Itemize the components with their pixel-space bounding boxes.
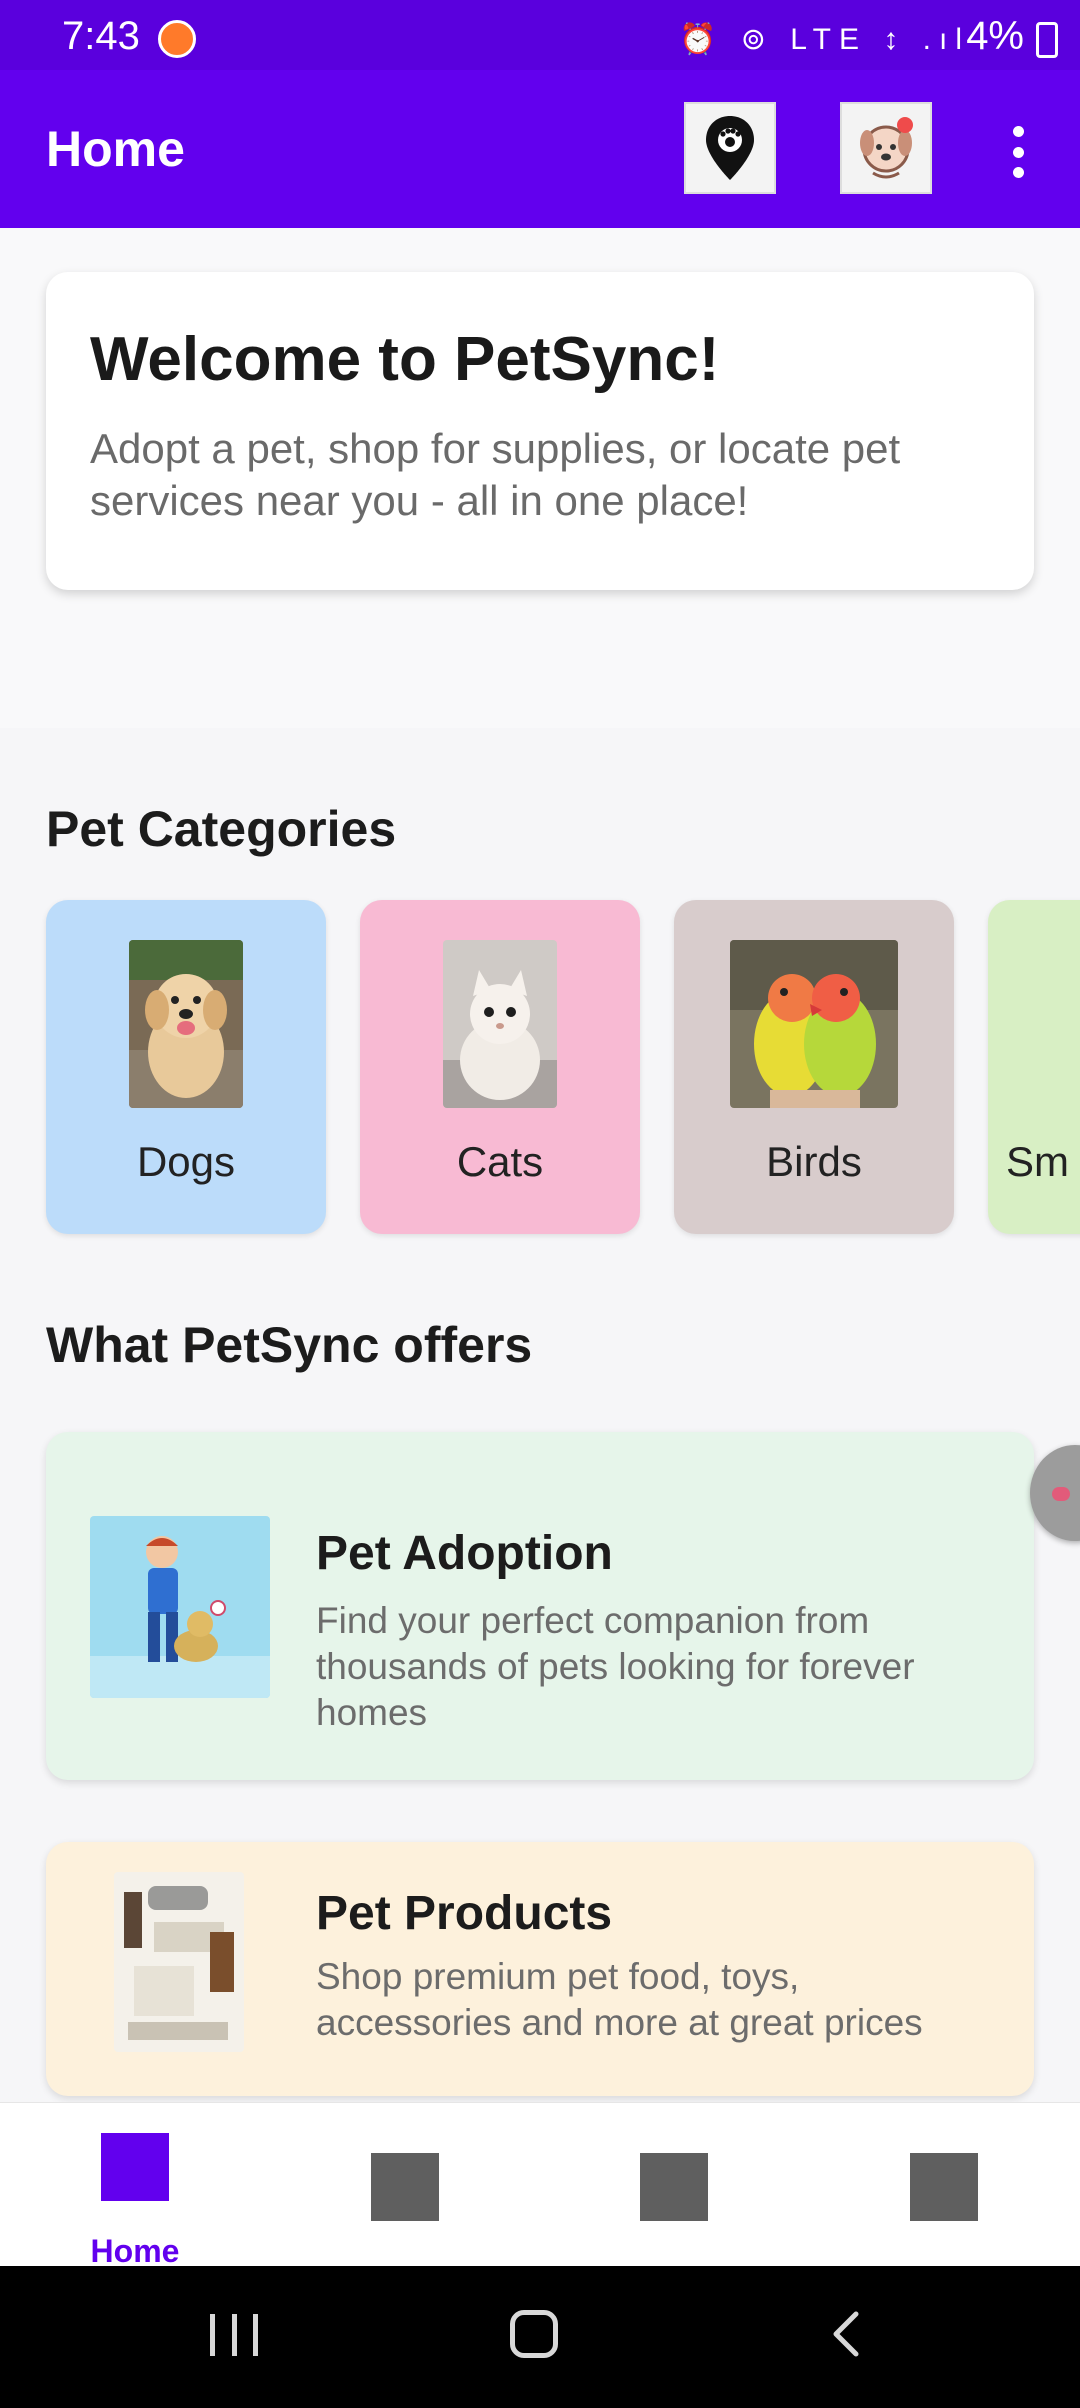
offer-description: Shop premium pet food, toys, accessories… [316, 1956, 923, 2043]
overflow-menu-button[interactable] [1000, 122, 1036, 182]
category-card-birds[interactable]: Birds [674, 900, 954, 1234]
category-label: Birds [766, 1138, 862, 1185]
welcome-title: Welcome to PetSync! [90, 325, 720, 394]
recent-apps-button[interactable] [210, 2314, 258, 2356]
back-system-button[interactable] [826, 2310, 870, 2358]
nav-label-home: Home [90, 2233, 180, 2266]
system-navigation-bar [0, 2266, 1080, 2408]
nav-placeholder-icon [640, 2153, 708, 2221]
page-title: Home [46, 121, 185, 177]
category-card-cats[interactable]: Cats [360, 900, 640, 1234]
birds-image [730, 940, 898, 1108]
welcome-card: Welcome to PetSync! Adopt a pet, shop fo… [46, 272, 1034, 590]
app-bar: Home [0, 70, 1080, 228]
home-icon [101, 2133, 169, 2201]
recents-bar [231, 2314, 237, 2356]
offers-title: What PetSync offers [46, 1317, 533, 1373]
products-image [114, 1872, 244, 2052]
floating-action-button[interactable] [1030, 1445, 1080, 1541]
status-bar: 7:43 ⏰ ⊚ LTE ↕ .ıl 4% [0, 0, 1080, 70]
category-card-dogs[interactable]: Dogs [46, 900, 326, 1234]
notification-app-icon [158, 20, 196, 58]
welcome-section: Welcome to PetSync! Adopt a pet, shop fo… [0, 228, 1080, 728]
offer-card-adoption[interactable]: Pet Adoption Find your perfect companion… [46, 1432, 1034, 1780]
vet-services-button[interactable] [840, 102, 932, 194]
overflow-dot [1012, 146, 1024, 158]
nav-item-home[interactable]: Home [65, 2133, 205, 2266]
recents-bar [253, 2314, 258, 2356]
status-time: 7:43 [62, 14, 140, 58]
nav-item-2[interactable] [335, 2133, 475, 2243]
categories-title: Pet Categories [46, 801, 397, 857]
app-screen: 7:43 ⏰ ⊚ LTE ↕ .ıl 4% Home Welcome to Pe… [0, 0, 1080, 2266]
dog-image [129, 940, 243, 1108]
offer-title: Pet Products [316, 1887, 613, 1940]
status-icons: ⏰ ⊚ LTE ↕ .ıl [679, 23, 970, 56]
location-pin-icon [706, 116, 754, 180]
category-label: Cats [456, 1138, 544, 1185]
nav-placeholder-icon [371, 2153, 439, 2221]
welcome-text: Adopt a pet, shop for supplies, or locat… [90, 425, 901, 524]
nav-item-4[interactable] [874, 2133, 1014, 2243]
nav-placeholder-icon [910, 2153, 978, 2221]
overflow-dot [1012, 167, 1024, 178]
overflow-menu-icon [1012, 126, 1024, 137]
recents-icon [210, 2314, 215, 2356]
offer-description: Find your perfect companion from thousan… [316, 1600, 915, 1733]
category-card-small-pets[interactable]: Sm [988, 900, 1080, 1234]
battery-percentage: 4% [966, 14, 1024, 58]
vet-icon [860, 117, 913, 179]
category-label: Sm [1006, 1138, 1069, 1185]
cat-image [443, 940, 557, 1108]
bottom-navigation: Home [0, 2102, 1080, 2266]
nav-item-3[interactable] [604, 2133, 744, 2243]
home-system-button[interactable] [510, 2310, 558, 2358]
offer-title: Pet Adoption [316, 1527, 613, 1580]
fab-indicator-icon [1052, 1487, 1070, 1501]
offer-card-products[interactable]: Pet Products Shop premium pet food, toys… [46, 1842, 1034, 2096]
adoption-image [90, 1516, 270, 1698]
categories-row[interactable]: Dogs Cats Birds Sm [46, 900, 1080, 1238]
category-label: Dogs [136, 1138, 236, 1185]
battery-icon [1036, 22, 1058, 58]
location-button[interactable] [684, 102, 776, 194]
